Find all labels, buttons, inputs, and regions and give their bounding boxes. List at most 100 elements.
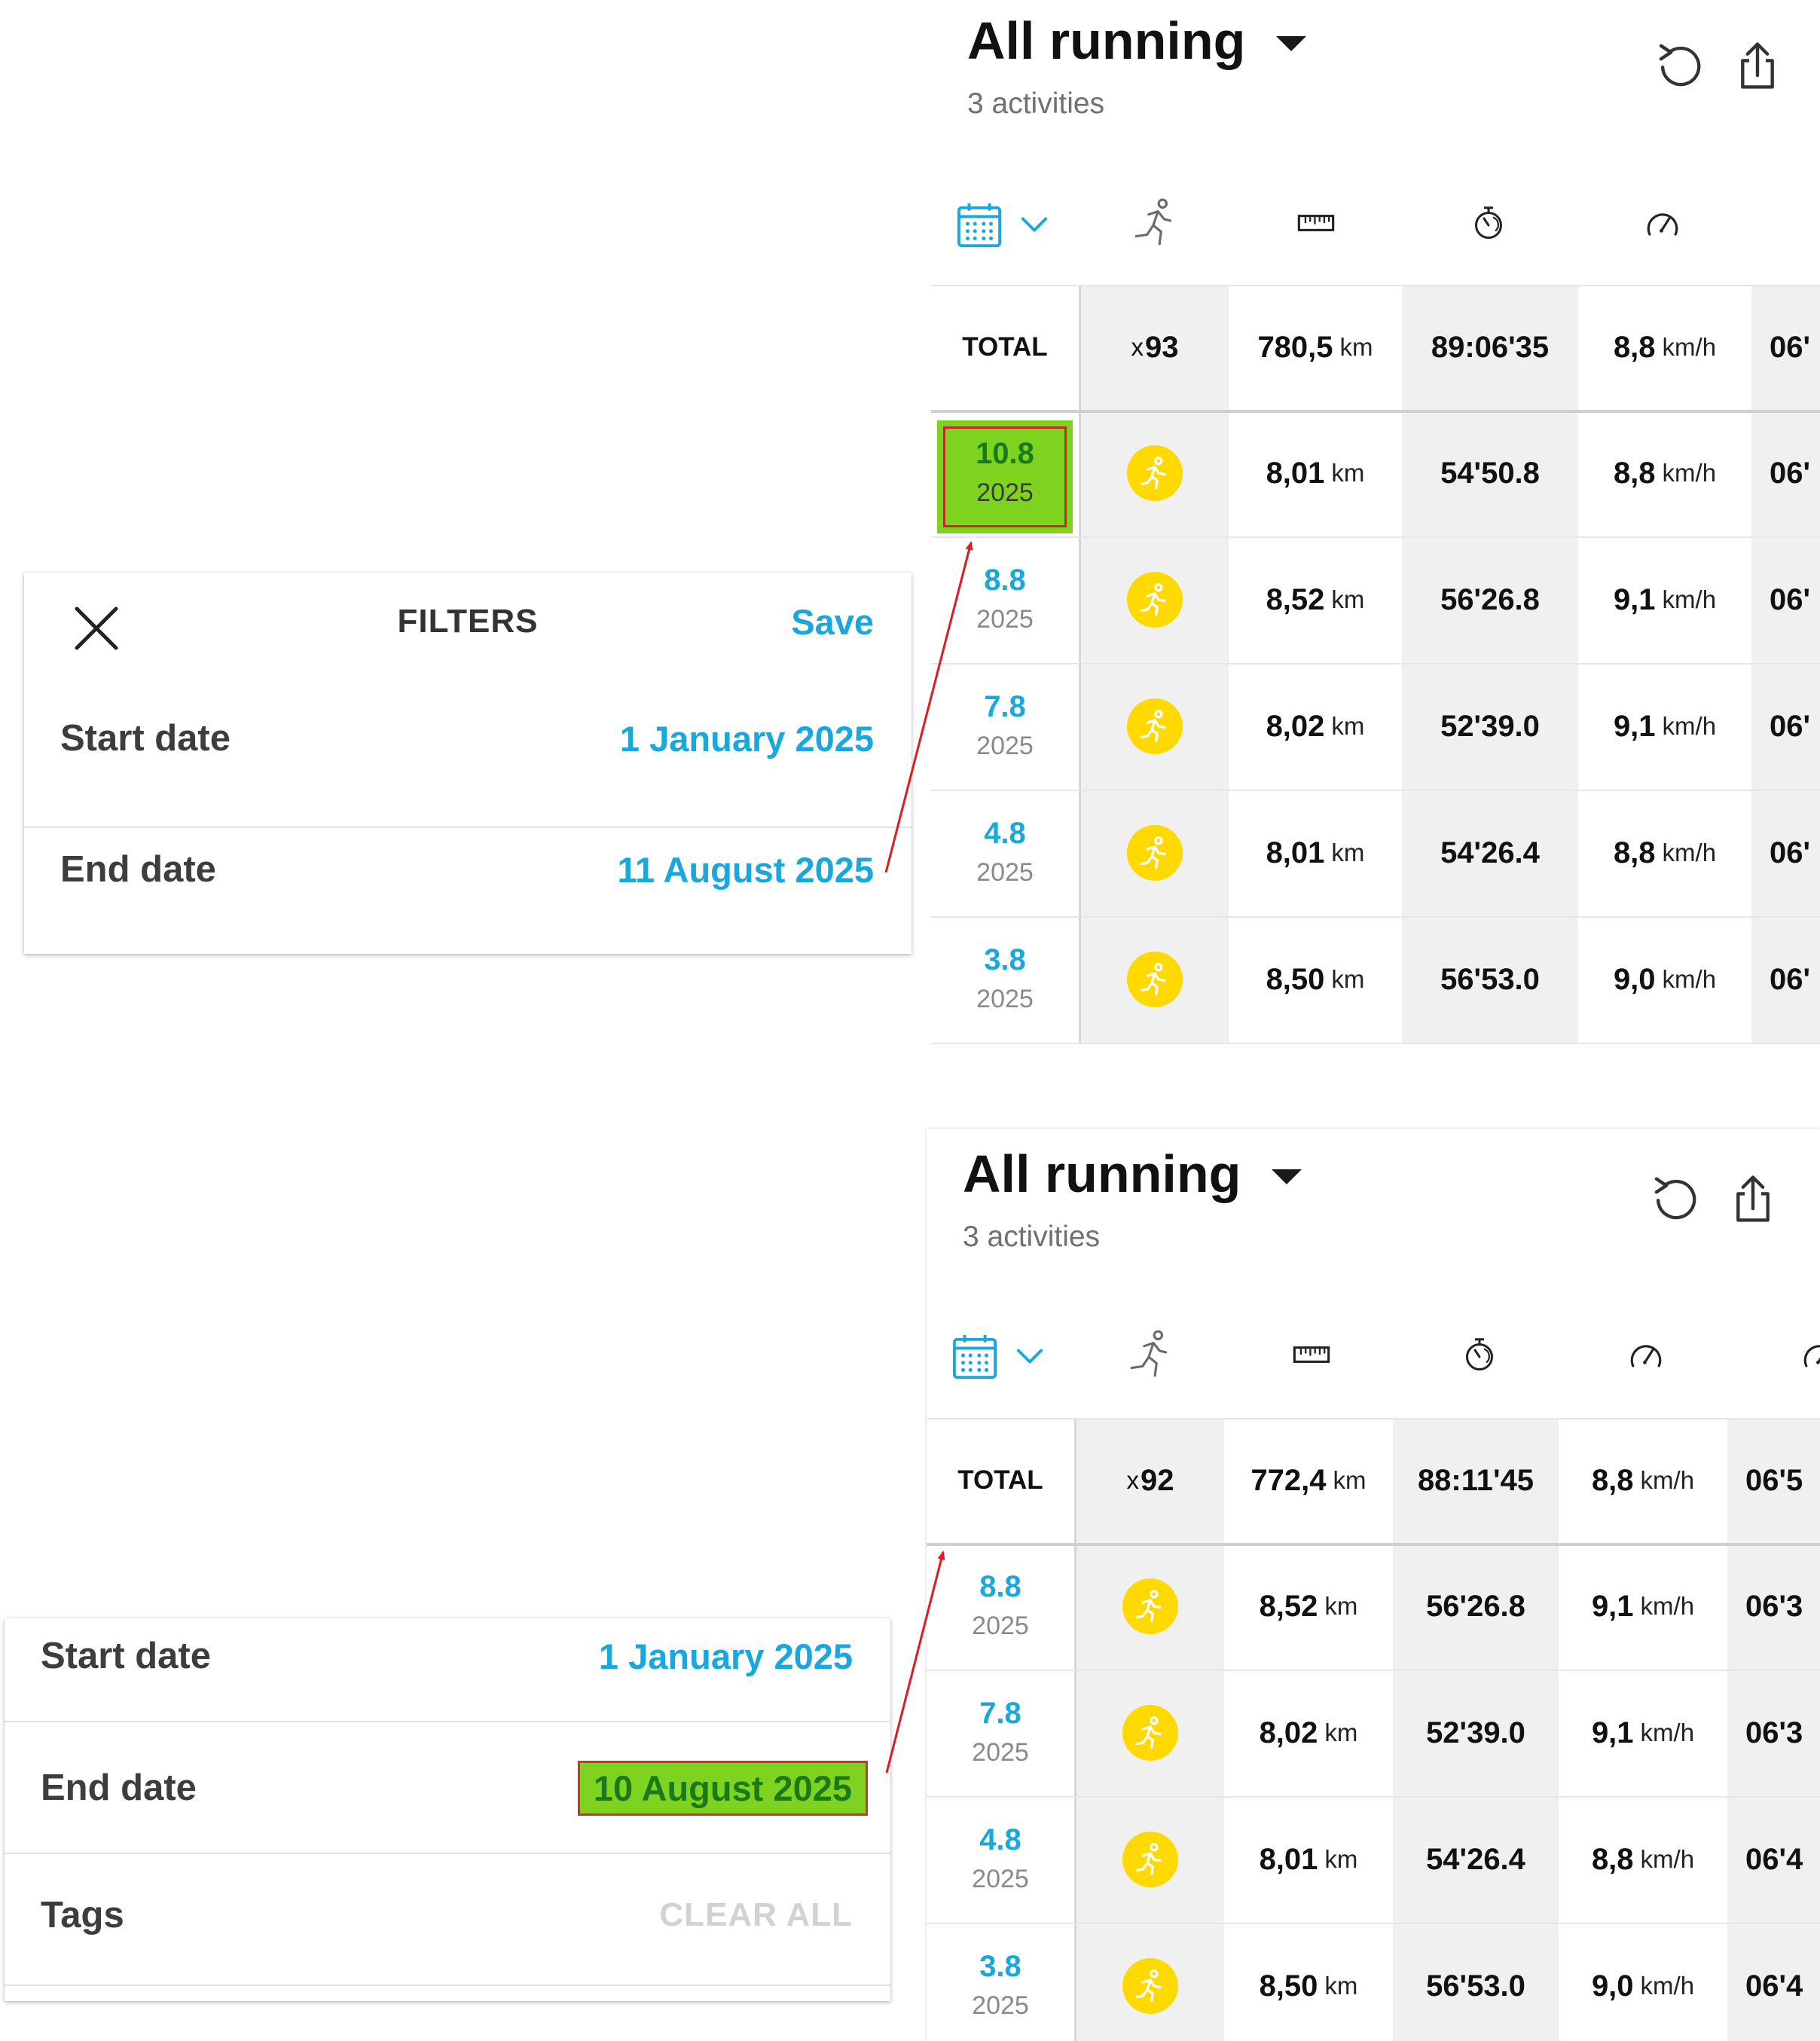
row-speed-value: 9,1	[1613, 709, 1656, 743]
table-row-date[interactable]: 8.8 2025	[927, 1543, 1074, 1670]
row-speed-value: 8,8	[1613, 456, 1656, 490]
clear-all-button[interactable]: CLEAR ALL	[659, 1896, 853, 1934]
row-speed-unit: km/h	[1662, 712, 1717, 740]
table-row-activity[interactable]	[1076, 1543, 1224, 1670]
total-count: 93	[1145, 330, 1179, 364]
total-extra-cell: 06'	[1751, 285, 1820, 410]
table-row-duration: 54'26.4	[1393, 1796, 1559, 1923]
total-label: TOTAL	[957, 1465, 1043, 1495]
table-row-distance: 8,01 km	[1229, 410, 1402, 536]
list-title[interactable]: All running	[967, 11, 1245, 71]
table-row-speed: 9,1 km/h	[1578, 663, 1751, 790]
row-extra: 06'3	[1745, 1589, 1803, 1623]
row-divider	[5, 1984, 890, 1986]
start-date-row[interactable]: Start date 1 January 2025	[24, 698, 912, 779]
row-speed-value: 9,1	[1591, 1589, 1634, 1623]
speedometer-icon[interactable]	[1627, 1337, 1665, 1374]
row-extra: 06'4	[1745, 1969, 1803, 2003]
row-distance-value: 8,01	[1266, 456, 1325, 490]
row-speed-unit: km/h	[1640, 1592, 1695, 1620]
table-row-date[interactable]: 4.8 2025	[927, 1796, 1074, 1923]
table-row-date[interactable]: 3.8 2025	[927, 1923, 1074, 2041]
save-button[interactable]: Save	[791, 601, 874, 643]
table-row-speed: 8,8 km/h	[1578, 790, 1751, 916]
list-title[interactable]: All running	[963, 1144, 1241, 1204]
table-row-activity[interactable]	[1081, 790, 1229, 916]
table-row-speed: 8,8 km/h	[1578, 410, 1751, 536]
table-row-extra: 06'	[1751, 536, 1820, 663]
table-row-activity[interactable]	[1081, 410, 1229, 536]
table-row-activity[interactable]	[1081, 916, 1229, 1043]
share-icon[interactable]	[1727, 1172, 1779, 1225]
table-row-duration: 56'53.0	[1402, 916, 1578, 1043]
start-date-row[interactable]: Start date 1 January 2025	[5, 1618, 890, 1694]
table-row-distance: 8,02 km	[1229, 663, 1402, 790]
row-divider	[5, 1721, 890, 1722]
table-row-date[interactable]: 4.8 2025	[931, 790, 1079, 916]
table-row-date[interactable]: 3.8 2025	[931, 916, 1079, 1043]
row-speed-value: 9,0	[1613, 962, 1656, 996]
row-distance-unit: km	[1331, 839, 1365, 866]
share-icon[interactable]	[1731, 39, 1784, 92]
start-date-value[interactable]: 1 January 2025	[599, 1636, 853, 1677]
row-year: 2025	[976, 605, 1034, 634]
activities-table: TOTAL x 93 780,5 km 89:06'35 8,8 km/h 06' 10.8 202…	[931, 285, 1820, 1046]
calendar-icon[interactable]	[955, 202, 1003, 249]
row-day: 4.8	[984, 817, 1026, 850]
stopwatch-icon[interactable]	[1470, 205, 1507, 241]
calendar-icon[interactable]	[951, 1334, 999, 1380]
row-day: 7.8	[984, 690, 1026, 723]
row-year: 2025	[972, 1865, 1029, 1893]
table-row-date[interactable]: 8.8 2025	[931, 536, 1079, 663]
refresh-icon[interactable]	[1648, 1172, 1701, 1225]
end-date-row[interactable]: End date 11 August 2025	[24, 829, 912, 910]
table-row-distance: 8,01 km	[1229, 790, 1402, 916]
end-date-row[interactable]: End date 10 August 2025	[5, 1724, 890, 1852]
total-distance-value: 780,5	[1257, 330, 1333, 364]
more-column-icon[interactable]	[1800, 1337, 1820, 1374]
running-person-icon	[1131, 1840, 1170, 1879]
stopwatch-icon[interactable]	[1461, 1337, 1498, 1373]
running-badge-icon	[1127, 825, 1183, 881]
table-row-date[interactable]: 10.8 2025	[931, 410, 1079, 536]
row-duration: 56'26.8	[1440, 582, 1540, 616]
table-row-extra: 06'4	[1727, 1923, 1820, 2041]
ruler-icon[interactable]	[1297, 211, 1335, 235]
running-badge-icon	[1122, 1578, 1178, 1634]
table-row-speed: 9,0 km/h	[1578, 916, 1751, 1043]
row-day: 3.8	[979, 1950, 1021, 1983]
table-row-duration: 56'53.0	[1393, 1923, 1559, 2041]
total-extra: 06'5	[1745, 1463, 1803, 1497]
caret-down-icon[interactable]	[1276, 36, 1306, 51]
filters-panel-top: FILTERS Save Start date 1 January 2025 E…	[24, 573, 912, 954]
end-date-value-highlighted[interactable]: 10 August 2025	[577, 1760, 868, 1816]
refresh-icon[interactable]	[1653, 39, 1705, 92]
table-row-extra: 06'	[1751, 916, 1820, 1043]
table-row-activity[interactable]	[1081, 663, 1229, 790]
running-person-icon[interactable]	[1125, 1329, 1175, 1379]
row-year: 2025	[972, 1991, 1029, 2020]
start-date-value[interactable]: 1 January 2025	[620, 718, 874, 759]
table-row-activity[interactable]	[1081, 536, 1229, 663]
table-row-speed: 9,1 km/h	[1559, 1543, 1727, 1670]
table-row-date[interactable]: 7.8 2025	[931, 663, 1079, 790]
total-label-cell: TOTAL	[931, 285, 1079, 410]
table-row-duration: 56'26.8	[1402, 536, 1578, 663]
running-badge-icon	[1122, 1705, 1178, 1761]
chevron-down-icon[interactable]	[1020, 215, 1049, 234]
end-date-label: End date	[41, 1768, 197, 1808]
activities-table: TOTAL x 92 772,4 km 88:11'45 8,8 km/h 06'5 8.8 202…	[927, 1418, 1820, 2041]
row-day: 3.8	[984, 943, 1026, 976]
table-row-date[interactable]: 7.8 2025	[927, 1670, 1074, 1796]
table-row-activity[interactable]	[1076, 1923, 1224, 2041]
table-row-activity[interactable]	[1076, 1670, 1224, 1796]
ruler-icon[interactable]	[1293, 1343, 1330, 1367]
running-person-icon[interactable]	[1130, 197, 1180, 247]
row-distance-unit: km	[1331, 965, 1365, 993]
chevron-down-icon[interactable]	[1015, 1347, 1044, 1365]
end-date-value[interactable]: 11 August 2025	[618, 849, 874, 891]
total-distance-value: 772,4	[1250, 1463, 1327, 1497]
table-row-activity[interactable]	[1076, 1796, 1224, 1923]
speedometer-icon[interactable]	[1644, 205, 1681, 243]
caret-down-icon[interactable]	[1272, 1169, 1302, 1184]
